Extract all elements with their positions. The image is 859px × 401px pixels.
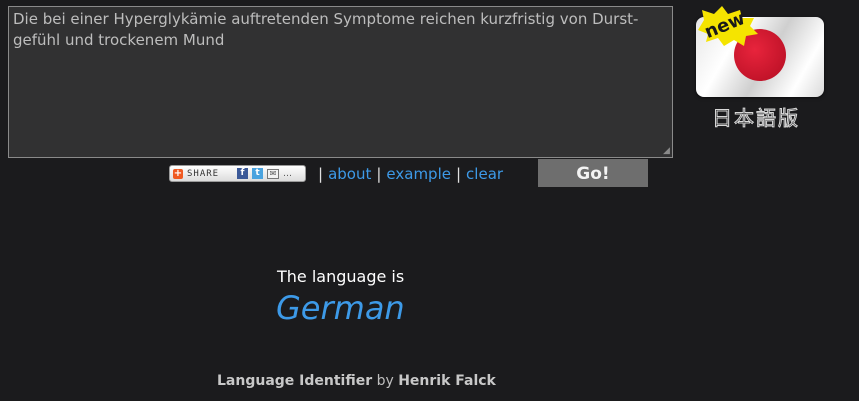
clear-link[interactable]: clear [466,165,503,183]
author-name: Henrik Falck [398,373,496,389]
footer-by: by [376,373,394,389]
email-icon: ✉ [267,168,279,179]
share-button[interactable]: + SHARE f t ✉ … [169,165,306,182]
example-link[interactable]: example [386,165,451,183]
link-separator: | [376,165,382,183]
resize-handle-icon[interactable]: ◢ [663,147,672,156]
text-input[interactable] [8,6,673,158]
japanese-version-link[interactable]: new 日本語版 [696,6,826,131]
go-button[interactable]: Go! [538,159,648,187]
twitter-icon: t [252,168,263,179]
nav-links: | about | example | clear [313,164,503,184]
about-link[interactable]: about [328,165,371,183]
share-plus-icon: + [173,167,183,179]
page: ◢ + SHARE f t ✉ … | about | example | cl… [0,0,859,401]
footer: Language Identifier by Henrik Falck [217,373,496,389]
link-separator: | [318,165,324,183]
japanese-edition-label: 日本語版 [712,106,800,131]
result-prefix: The language is [277,267,405,286]
facebook-icon: f [237,168,248,179]
share-label: SHARE [187,168,220,179]
more-icon: … [283,168,292,179]
detected-language: German [276,289,405,327]
app-name: Language Identifier [217,373,373,389]
link-separator: | [455,165,462,183]
